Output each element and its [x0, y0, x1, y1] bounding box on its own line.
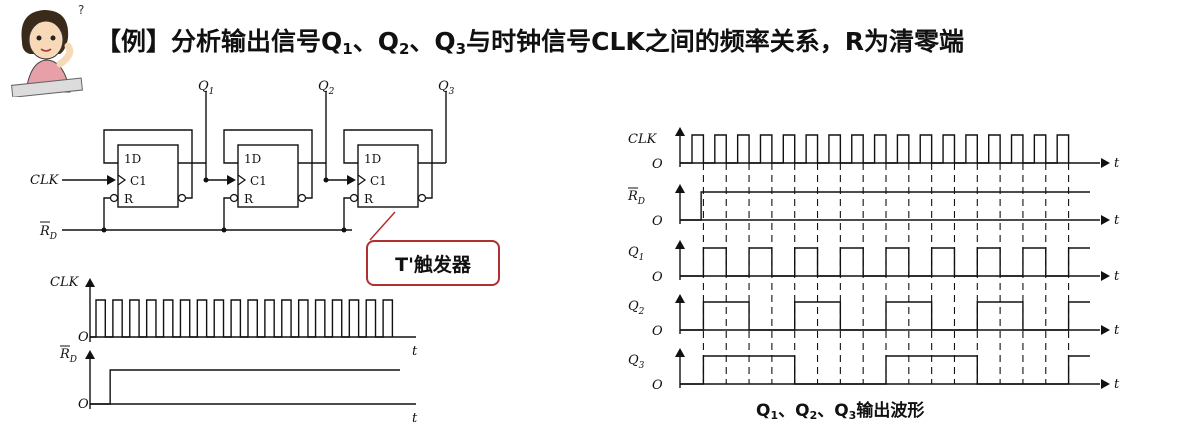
right-origin-1: O	[652, 214, 663, 229]
ff2-rd-junction	[221, 227, 227, 233]
right-x-arrow-4	[1101, 379, 1110, 389]
ff1-d-label: 1D	[124, 152, 141, 166]
right-timing-diagram: CLK O t RD O t Q1 O t Q2 O t Q3 O t	[627, 127, 1120, 393]
right-signal-0	[680, 134, 1070, 164]
ff1-c-label: C1	[130, 174, 147, 188]
right-y-arrow-4	[675, 348, 685, 357]
right-signal-4	[680, 355, 1090, 385]
right-t-label-2: t	[1114, 269, 1120, 284]
right-t-label-1: t	[1114, 213, 1120, 228]
ff3-qbar-bubble	[417, 193, 427, 203]
right-t-label-4: t	[1114, 377, 1120, 392]
ff1-feedback-wire	[103, 129, 193, 199]
ff2-c-label: C1	[250, 174, 267, 188]
left-clk-signal	[90, 299, 394, 338]
ff3-rd-junction	[341, 227, 347, 233]
right-q3-label: Q3	[628, 353, 645, 371]
left-rd-signal	[90, 369, 400, 405]
page-title: 【例】分析输出信号Q1、Q2、Q3与时钟信号CLK之间的频率关系，R为清零端	[96, 27, 965, 58]
ff1-clock-triangle	[117, 174, 127, 186]
right-x-arrow-1	[1101, 215, 1110, 225]
ff3-r-wire	[343, 197, 350, 230]
left-waveform: CLKRDOOtt	[50, 275, 418, 422]
right-x-arrow-2	[1101, 271, 1110, 281]
right-x-arrow-3	[1101, 325, 1110, 335]
right-signal-2	[680, 247, 1090, 277]
ff1-r-bubble	[109, 193, 119, 203]
ff2-feedback-wire	[223, 129, 313, 199]
right-origin-2: O	[652, 270, 663, 285]
left-clk-y-arrow	[85, 278, 95, 287]
right-origin-3: O	[652, 324, 663, 339]
ff3-r-bubble	[349, 193, 359, 203]
svg-text:?: ?	[78, 3, 84, 17]
ff3-clock-arrow	[347, 175, 356, 185]
ff2-r-bubble	[229, 193, 239, 203]
right-clk-label: CLK	[628, 132, 658, 147]
ff3-feedback-wire	[343, 129, 433, 199]
right-signal-3	[680, 301, 1090, 331]
ff2-r-label: R	[244, 192, 254, 206]
ff3-c-label: C1	[370, 174, 387, 188]
left-origin-clk: O	[78, 330, 89, 345]
ff2-d-label: 1D	[244, 152, 261, 166]
right-q1-label: Q1	[628, 245, 644, 263]
ff1-qbar-bubble	[177, 193, 187, 203]
left-origin-rd: O	[78, 397, 89, 412]
right-y-arrow-1	[675, 184, 685, 193]
ff2-clock-arrow	[227, 175, 236, 185]
ff3-d-label: 1D	[364, 152, 381, 166]
waveform-caption: Q1、Q2、Q3输出波形	[756, 401, 925, 422]
right-q2-label: Q2	[628, 299, 645, 317]
ff1-rd-junction	[101, 227, 107, 233]
clk-input-label: CLK	[30, 173, 60, 188]
right-x-arrow-0	[1101, 158, 1110, 168]
right-rd-label: RD	[627, 189, 645, 207]
ff1-q-junction	[203, 177, 209, 183]
ff3-r-label: R	[364, 192, 374, 206]
left-rd-y-arrow	[85, 350, 95, 359]
left-t-label-clk: t	[412, 344, 418, 359]
ff2-clock-triangle	[237, 174, 247, 186]
right-y-arrow-0	[675, 127, 685, 136]
right-signal-1	[680, 191, 1090, 221]
left-clk-label: CLK	[50, 275, 80, 290]
right-origin-4: O	[652, 378, 663, 393]
ff1-r-label: R	[124, 192, 134, 206]
right-origin-0: O	[652, 157, 663, 172]
right-y-arrow-3	[675, 294, 685, 303]
clk-arrow	[107, 175, 116, 185]
ff2-r-wire	[223, 197, 230, 230]
right-t-label-0: t	[1114, 156, 1120, 171]
right-t-label-3: t	[1114, 323, 1120, 338]
callout-pointer	[369, 211, 396, 241]
ff2-q-junction	[323, 177, 329, 183]
ff3-clock-triangle	[357, 174, 367, 186]
ff1-r-wire	[103, 197, 110, 230]
ff2-qbar-bubble	[297, 193, 307, 203]
right-y-arrow-2	[675, 240, 685, 249]
left-t-label-rd: t	[412, 411, 418, 422]
rd-input-label: RD	[39, 224, 57, 242]
left-rd-label: RD	[59, 347, 77, 365]
